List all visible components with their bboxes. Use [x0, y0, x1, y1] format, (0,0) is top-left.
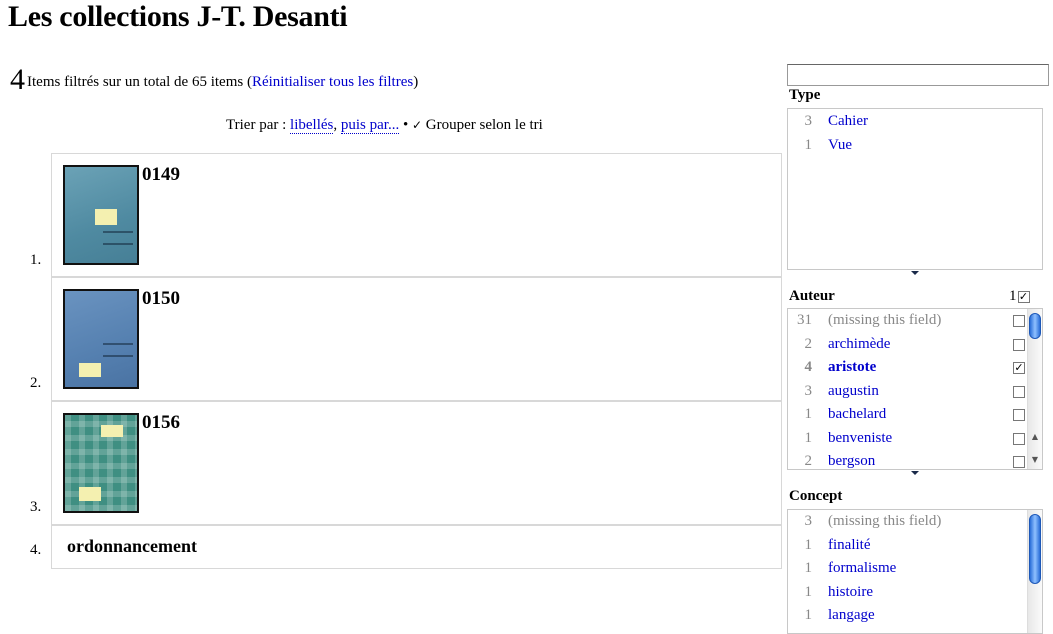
facet-label[interactable]: aristote	[828, 359, 876, 376]
facet-count: 1	[804, 560, 813, 576]
facet-label[interactable]: finalité	[828, 537, 870, 554]
facet-value[interactable]: 4 aristote ✓	[788, 357, 1042, 381]
facet-value[interactable]: 1 bachelard	[788, 404, 1042, 428]
facet-count: 3	[804, 513, 813, 529]
scroll-down-icon[interactable]: ▼	[1029, 454, 1041, 466]
facet-label[interactable]: archimède	[828, 336, 890, 353]
item-label[interactable]: 0149	[142, 164, 180, 186]
item-number: 4.	[30, 542, 42, 558]
facet-list-concept: 3 (missing this field) 1 finalité 1 form…	[787, 509, 1043, 634]
results-summary: 4 Items filtrés sur un total de 65 items …	[10, 63, 418, 97]
group-sort-toggle[interactable]: ✓	[412, 118, 422, 132]
scroll-up-icon[interactable]: ▲	[1029, 431, 1041, 443]
group-sort-label: Grouper selon le tri	[422, 117, 543, 133]
item-thumbnail[interactable]	[63, 289, 139, 389]
sort-secondary-link[interactable]: puis par...	[340, 117, 400, 134]
facet-value[interactable]: 1 finalité	[788, 535, 1042, 559]
facet-count: 1	[804, 536, 813, 553]
facet-value[interactable]: 3 (missing this field)	[788, 511, 1042, 535]
facet-count: 1	[804, 136, 813, 153]
facet-selected-count: 1	[1009, 288, 1017, 304]
summary-close-paren: )	[413, 74, 419, 90]
facet-value[interactable]: 3 Cahier	[788, 111, 1042, 135]
facet-title-type: Type	[789, 87, 821, 103]
facet-label[interactable]: (missing this field)	[828, 312, 941, 329]
facet-value[interactable]: 2 bergson	[788, 451, 1042, 469]
sort-bar: Trier par : libellés, puis par... • ✓ Gr…	[226, 117, 543, 134]
facet-value[interactable]: 1 Vue	[788, 135, 1042, 159]
facet-count: 3	[804, 382, 813, 399]
facet-checkbox[interactable]	[1013, 456, 1025, 468]
facet-checkbox[interactable]	[1013, 409, 1025, 421]
facet-label[interactable]: augustin	[828, 383, 879, 400]
facet-checkbox[interactable]	[1013, 338, 1025, 351]
facet-count: 1	[804, 429, 813, 446]
facet-label[interactable]: bergson	[828, 453, 875, 469]
facet-count: 4	[804, 359, 813, 375]
list-item[interactable]: 0156	[51, 401, 782, 525]
notebook-cover-image	[65, 291, 137, 387]
facet-label[interactable]: bachelard	[828, 406, 886, 423]
facet-title-concept: Concept	[789, 488, 843, 504]
facet-resize-handle[interactable]	[911, 471, 919, 475]
facet-scrollbar[interactable]: ▲ ▼	[1027, 309, 1042, 469]
facet-resize-handle[interactable]	[911, 271, 919, 275]
facet-count: 1	[804, 607, 813, 623]
item-number: 2.	[30, 375, 42, 391]
facet-checkbox[interactable]	[1013, 315, 1025, 327]
list-item[interactable]: ordonnancement	[51, 525, 782, 569]
scrollbar-thumb[interactable]	[1029, 313, 1041, 339]
facet-reset-checkbox[interactable]: ✓	[1017, 291, 1030, 303]
facet-value[interactable]: 1 formalisme	[788, 558, 1042, 582]
item-number: 3.	[30, 499, 42, 515]
facet-label[interactable]: (missing this field)	[828, 513, 941, 530]
item-label[interactable]: ordonnancement	[67, 536, 197, 557]
facet-label[interactable]: langage	[828, 607, 875, 624]
facet-checkbox-checked[interactable]: ✓	[1013, 362, 1025, 374]
facet-scrollbar[interactable]	[1027, 510, 1042, 633]
list-item[interactable]: 0149	[51, 153, 782, 277]
sort-primary-link[interactable]: libellés	[290, 117, 334, 134]
facet-list-auteur: 31 (missing this field) 2 archimède 4 ar…	[787, 308, 1043, 470]
sort-prefix: Trier par :	[226, 117, 291, 133]
item-label[interactable]: 0150	[142, 288, 180, 310]
facet-selected-indicator[interactable]: 1 ✓	[1009, 288, 1030, 305]
summary-text: Items filtrés sur un total de 65 items (	[27, 74, 252, 90]
facet-title-auteur: Auteur	[789, 288, 835, 304]
notebook-cover-image	[65, 415, 137, 511]
facet-count: 3	[804, 113, 813, 129]
notebook-cover-image	[65, 167, 137, 263]
result-count: 4	[10, 63, 25, 96]
facet-label[interactable]: benveniste	[828, 430, 892, 447]
sort-bullet: •	[399, 117, 412, 133]
facet-search-input[interactable]	[787, 64, 1049, 86]
facet-checkbox[interactable]	[1013, 432, 1025, 445]
scrollbar-thumb[interactable]	[1029, 514, 1041, 584]
item-label[interactable]: 0156	[142, 412, 180, 434]
facet-value[interactable]: 3 augustin	[788, 381, 1042, 405]
facet-value[interactable]: 31 (missing this field)	[788, 310, 1042, 334]
sort-comma: ,	[333, 117, 341, 133]
facet-checkbox[interactable]	[1013, 385, 1025, 398]
facet-label[interactable]: Vue	[828, 137, 852, 154]
reset-filters-link[interactable]: Réinitialiser tous les filtres	[252, 74, 413, 90]
list-item[interactable]: 0150	[51, 277, 782, 401]
facet-label[interactable]: histoire	[828, 584, 873, 601]
facet-list-type: 3 Cahier 1 Vue	[787, 108, 1043, 270]
item-number: 1.	[30, 252, 42, 268]
facet-value[interactable]: 2 archimède	[788, 334, 1042, 358]
facet-count: 1	[804, 583, 813, 600]
item-thumbnail[interactable]	[63, 165, 139, 265]
item-thumbnail[interactable]	[63, 413, 139, 513]
facet-count: 2	[804, 453, 813, 469]
facet-count: 31	[797, 312, 812, 328]
facet-count: 2	[804, 335, 813, 352]
facet-count: 1	[804, 406, 813, 422]
facet-value[interactable]: 1 histoire	[788, 582, 1042, 606]
facet-label[interactable]: formalisme	[828, 560, 896, 577]
facet-value[interactable]: 1 benveniste	[788, 428, 1042, 452]
facet-value[interactable]: 1 langage	[788, 605, 1042, 629]
facet-label[interactable]: Cahier	[828, 113, 868, 130]
page-title: Les collections J-T. Desanti	[8, 0, 348, 33]
